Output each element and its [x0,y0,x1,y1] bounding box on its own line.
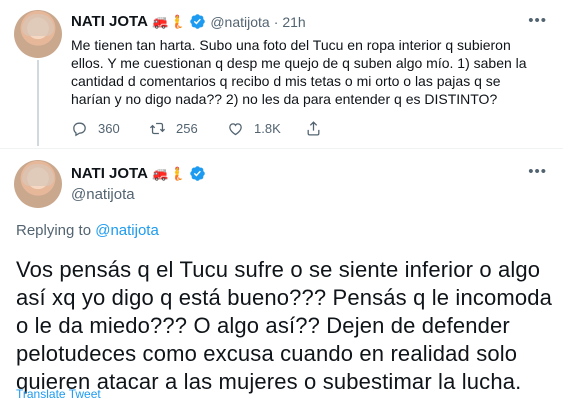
author-name[interactable]: NATI JOTA [71,13,148,30]
verified-badge-icon [190,14,206,29]
more-icon[interactable]: ••• [528,12,547,29]
avatar[interactable] [14,160,62,208]
retweet-button[interactable]: 256 [149,120,227,137]
divider [0,148,563,149]
reply-count: 360 [98,121,120,136]
heart-icon [229,123,242,136]
retweet-icon [149,122,166,135]
timestamp[interactable]: 21h [282,14,305,30]
translate-tweet-link[interactable]: Translate Tweet [16,387,101,401]
author-emojis: 🚒🧜 [151,165,187,181]
tweet-text: Me tienen tan harta. Subo una foto del T… [71,37,527,107]
author-handle[interactable]: @natijota [210,14,269,30]
verified-badge-icon [190,166,206,181]
author-name[interactable]: NATI JOTA [71,165,148,182]
retweet-count: 256 [176,121,198,136]
replying-to-link[interactable]: @natijota [95,222,159,239]
author-handle[interactable]: @natijota [71,186,135,203]
like-button[interactable]: 1.8K [227,120,305,137]
replying-prefix: Replying to [16,222,96,239]
thread-connector-line [37,60,39,146]
reply-button[interactable]: 360 [71,120,149,137]
tweet-text: Vos pensás q el Tucu sufre o se siente i… [16,257,553,394]
tweet-header: NATI JOTA 🚒🧜 @natijota · 21h [71,13,306,30]
reply-icon [73,122,86,137]
avatar[interactable] [14,10,62,58]
replying-to: Replying to @natijota [16,222,159,239]
share-icon [307,121,320,136]
like-count: 1.8K [254,121,281,136]
more-icon[interactable]: ••• [528,163,547,180]
action-bar: 360 256 1.8K [71,120,332,137]
share-button[interactable] [305,120,332,137]
author-emojis: 🚒🧜 [151,13,187,29]
parent-tweet[interactable]: NATI JOTA 🚒🧜 @natijota · 21h ••• Me tien… [0,0,563,148]
tweet-header: NATI JOTA 🚒🧜 [71,165,206,182]
separator-dot: · [273,13,279,30]
